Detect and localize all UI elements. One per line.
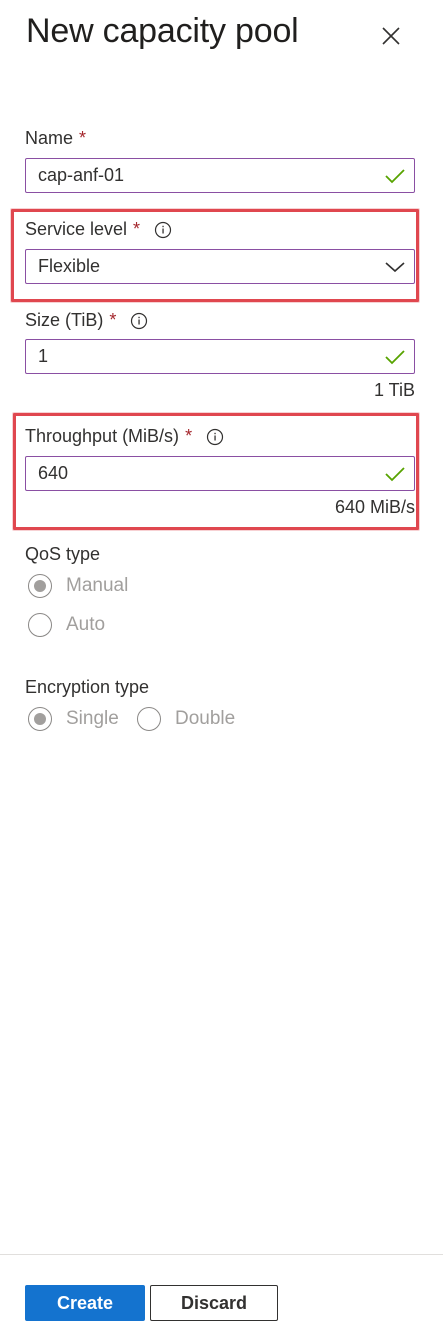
radio-circle	[28, 613, 52, 637]
qos-type-label: QoS type	[25, 544, 101, 564]
create-button[interactable]: Create	[25, 1285, 145, 1321]
qos-radio-manual[interactable]: Manual	[28, 574, 128, 598]
required-mark: *	[79, 128, 87, 148]
close-icon	[382, 27, 400, 45]
checkmark-icon	[384, 340, 406, 373]
info-icon[interactable]	[154, 221, 172, 239]
throughput-hint: 640 MiB/s	[334, 497, 415, 517]
name-label-text: Name	[25, 128, 74, 148]
service-level-selected: Flexible	[38, 256, 101, 276]
name-input[interactable]: cap-anf-01	[25, 158, 415, 193]
size-input[interactable]: 1	[25, 339, 415, 374]
radio-selected-dot	[34, 713, 46, 725]
service-level-label: Service level *	[25, 219, 172, 240]
checkmark-icon	[384, 159, 406, 192]
qos-option-auto: Auto	[66, 614, 106, 635]
encryption-radio-single[interactable]: Single	[28, 707, 119, 731]
throughput-label-text: Throughput (MiB/s)	[25, 426, 180, 446]
service-level-label-text: Service level	[25, 219, 128, 239]
size-hint: 1 TiB	[373, 380, 415, 400]
checkmark-icon	[384, 457, 406, 490]
chevron-down-icon	[384, 250, 406, 283]
info-icon[interactable]	[130, 312, 148, 330]
throughput-label: Throughput (MiB/s) *	[25, 426, 224, 447]
throughput-input-value: 640	[38, 463, 69, 483]
size-label: Size (TiB) *	[25, 310, 148, 331]
encryption-radio-double[interactable]: Double	[137, 707, 235, 731]
required-mark: *	[109, 310, 117, 330]
info-icon[interactable]	[206, 428, 224, 446]
close-button[interactable]	[378, 23, 404, 49]
footer-divider	[0, 1254, 443, 1255]
page-title: New capacity pool	[26, 12, 299, 50]
qos-option-manual: Manual	[66, 575, 129, 596]
throughput-input[interactable]: 640	[25, 456, 415, 491]
name-input-value: cap-anf-01	[38, 165, 125, 185]
encryption-type-label: Encryption type	[25, 677, 150, 697]
discard-button[interactable]: Discard	[150, 1285, 278, 1321]
required-mark: *	[133, 219, 141, 239]
size-label-text: Size (TiB)	[25, 310, 104, 330]
radio-circle	[28, 574, 52, 598]
service-level-dropdown[interactable]: Flexible	[25, 249, 415, 284]
radio-circle	[137, 707, 161, 731]
qos-radio-auto[interactable]: Auto	[28, 613, 105, 637]
required-mark: *	[185, 426, 193, 446]
radio-selected-dot	[34, 580, 46, 592]
name-label: Name *	[25, 128, 86, 149]
encryption-option-double: Double	[175, 708, 236, 729]
encryption-option-single: Single	[66, 708, 119, 729]
radio-circle	[28, 707, 52, 731]
size-input-value: 1	[38, 346, 49, 366]
